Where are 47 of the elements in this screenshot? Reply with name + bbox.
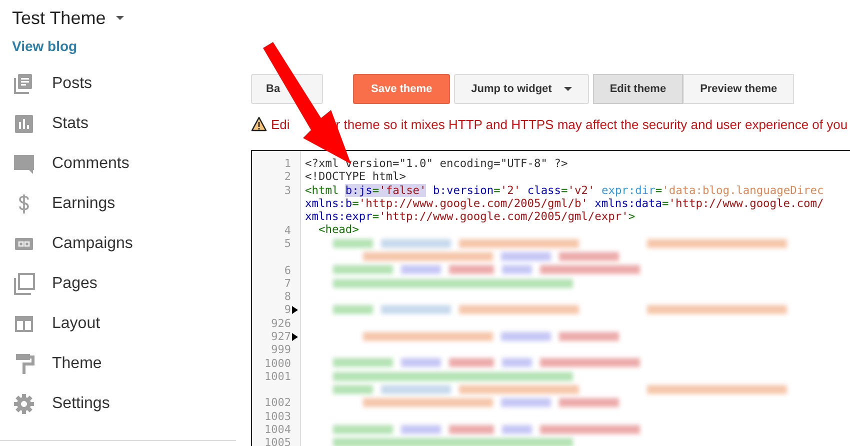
sidebar-item[interactable]: Stats [12, 104, 236, 144]
speech-bubble-icon [12, 152, 36, 176]
line-number: 2 [284, 170, 291, 184]
line-number: 1001 [264, 370, 291, 383]
sidebar-item[interactable]: Settings [12, 384, 236, 424]
code-line: <html b:js='false' b:version='2' class='v2' expr:dir='data:blog.languageDirec [305, 184, 824, 197]
line-number: 1004 [264, 423, 291, 436]
fold-arrow-icon[interactable] [292, 306, 298, 314]
code-line: <head> [317, 223, 359, 236]
line-number: 9 [284, 303, 291, 316]
view-tab[interactable]: Edit theme [592, 74, 684, 104]
settings-icon [12, 392, 36, 416]
warning-icon [251, 116, 267, 132]
jump-to-widget-dropdown[interactable]: Jump to widget [454, 74, 589, 104]
sidebar-item[interactable]: Earnings [12, 184, 236, 224]
code-line: <?xml version="1.0" encoding="UTF-8" ?> [305, 157, 568, 170]
line-number: 8 [284, 290, 291, 304]
line-number: 3 [284, 184, 291, 197]
blog-title[interactable]: Test Theme [12, 8, 106, 28]
line-number: 1000 [264, 356, 291, 370]
sidebar-item[interactable]: Campaigns [12, 224, 236, 264]
sidebar-item[interactable]: Theme [12, 344, 236, 384]
fold-arrow-icon[interactable] [292, 332, 298, 340]
caret-icon[interactable] [116, 16, 124, 20]
sidebar-item[interactable]: Layout [12, 304, 236, 344]
code-line: <!DOCTYPE html> [305, 170, 406, 184]
warning-text: Edi [271, 116, 290, 132]
pages-icon [12, 272, 36, 296]
view-tab[interactable]: Preview theme [683, 74, 794, 104]
sidebar-item[interactable]: Posts [12, 64, 236, 104]
view-blog-link[interactable]: View blog [12, 38, 78, 54]
line-number: 5 [284, 236, 291, 250]
code-line: xmlns:b='http://www.google.com/2005/gml/b' xmlns:data='http://www.google.com/ [305, 196, 824, 210]
line-number: 6 [284, 264, 291, 277]
line-number: 7 [284, 276, 291, 290]
line-number: 926 [271, 316, 291, 330]
line-number: 1002 [264, 396, 291, 410]
sidebar-item[interactable]: Pages [12, 264, 236, 304]
line-number: 1003 [264, 410, 291, 423]
code-editor[interactable] [251, 150, 850, 446]
line-number: 4 [284, 224, 291, 237]
bar-chart-icon [12, 112, 36, 136]
line-number: 927 [271, 330, 291, 343]
sidebar-item[interactable]: Comments [12, 144, 236, 184]
line-number: 1 [284, 157, 291, 170]
line-number: 999 [271, 343, 291, 356]
code-line: xmlns:expr='http://www.google.com/2005/gml/expr'> [305, 210, 636, 224]
